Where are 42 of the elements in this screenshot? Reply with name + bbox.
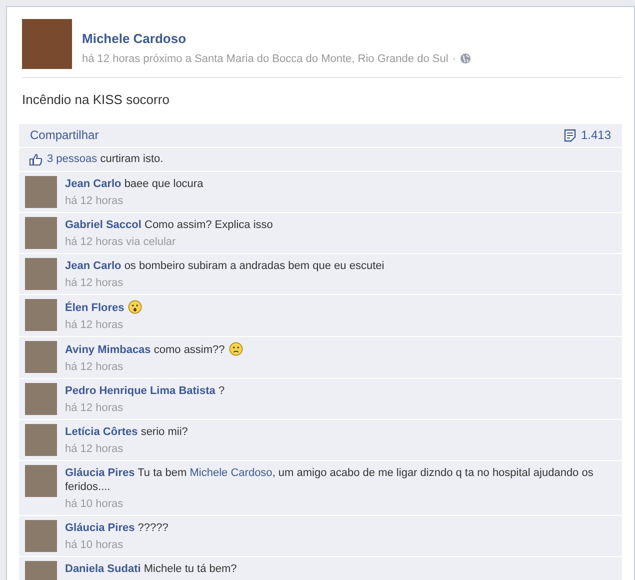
- comment-time: há 12 horas: [65, 194, 124, 208]
- post-text: Incêndio na KISS socorro: [21, 91, 170, 109]
- share-count: 1.413: [580, 127, 611, 144]
- comment-time: há 12 horas: [65, 442, 124, 456]
- comment-time: há 12 horas: [65, 360, 124, 374]
- commenter-name[interactable]: Élen Flores: [65, 302, 124, 314]
- commenter-name[interactable]: Gláucia Pires: [65, 522, 135, 534]
- comment-time: há 10 horas: [65, 538, 124, 552]
- comment-text: Letícia Côrtes serio mii?: [65, 424, 188, 438]
- separator-dot: ·: [452, 52, 456, 66]
- globe-icon: [460, 53, 471, 64]
- thumbs-up-icon: [29, 152, 43, 166]
- comment-text: Gláucia Pires ?????: [65, 520, 168, 534]
- commenter-name[interactable]: Pedro Henrique Lima Batista: [65, 384, 216, 396]
- comment-time: há 12 horas via celular: [65, 234, 177, 248]
- commenter-name[interactable]: Aviny Mimbacas: [65, 344, 151, 356]
- commenter-name[interactable]: Daniela Sudati: [65, 562, 141, 574]
- comment-text: Gabriel Saccol Como assim? Explica isso: [65, 218, 273, 232]
- share-link[interactable]: Compartilhar: [30, 126, 99, 144]
- comment-time: há 12 horas: [65, 318, 124, 332]
- comment-time: há 12 horas: [65, 276, 124, 290]
- author-name[interactable]: Michele Cardoso: [82, 29, 471, 48]
- comment-text: Aviny Mimbacas como assim??: [65, 342, 243, 356]
- comment-text: Pedro Henrique Lima Batista ?: [65, 384, 225, 398]
- comment-text: Daniela Sudati Michele tu tá bem?: [65, 562, 237, 576]
- note-icon: [564, 128, 576, 142]
- commenter-name[interactable]: Letícia Côrtes: [65, 426, 138, 438]
- likes-summary: 3 pessoas curtiram isto.: [47, 152, 164, 167]
- comment-text: Jean Carlo baee que locura: [65, 176, 204, 190]
- comment-text: Jean Carlo os bombeiro subiram a andradas bem que eu escutei: [65, 258, 384, 272]
- post-meta: há 12 horas próximo a Santa Maria do Bocca do Monte, Rio Grande do Sul: [82, 52, 448, 66]
- commenter-name[interactable]: Jean Carlo: [65, 260, 122, 272]
- commenter-name[interactable]: Gláucia Pires: [65, 466, 135, 478]
- commenter-name[interactable]: Jean Carlo: [65, 178, 122, 190]
- mention-link[interactable]: Michele Cardoso: [190, 466, 272, 478]
- comment-time: há 12 horas: [65, 400, 124, 414]
- people-link[interactable]: 3 pessoas: [47, 152, 98, 165]
- surprised-face-icon: [128, 300, 142, 314]
- sad-face-icon: [228, 342, 243, 356]
- comment-text: Gláucia Pires Tu ta bem Michele Cardoso, um amigo acabo de me ligar dizndo q ta no hospital ajudando os feridos....: [65, 466, 594, 494]
- comment-time: há 10 horas: [65, 496, 124, 510]
- commenter-name[interactable]: Gabriel Saccol: [65, 218, 142, 230]
